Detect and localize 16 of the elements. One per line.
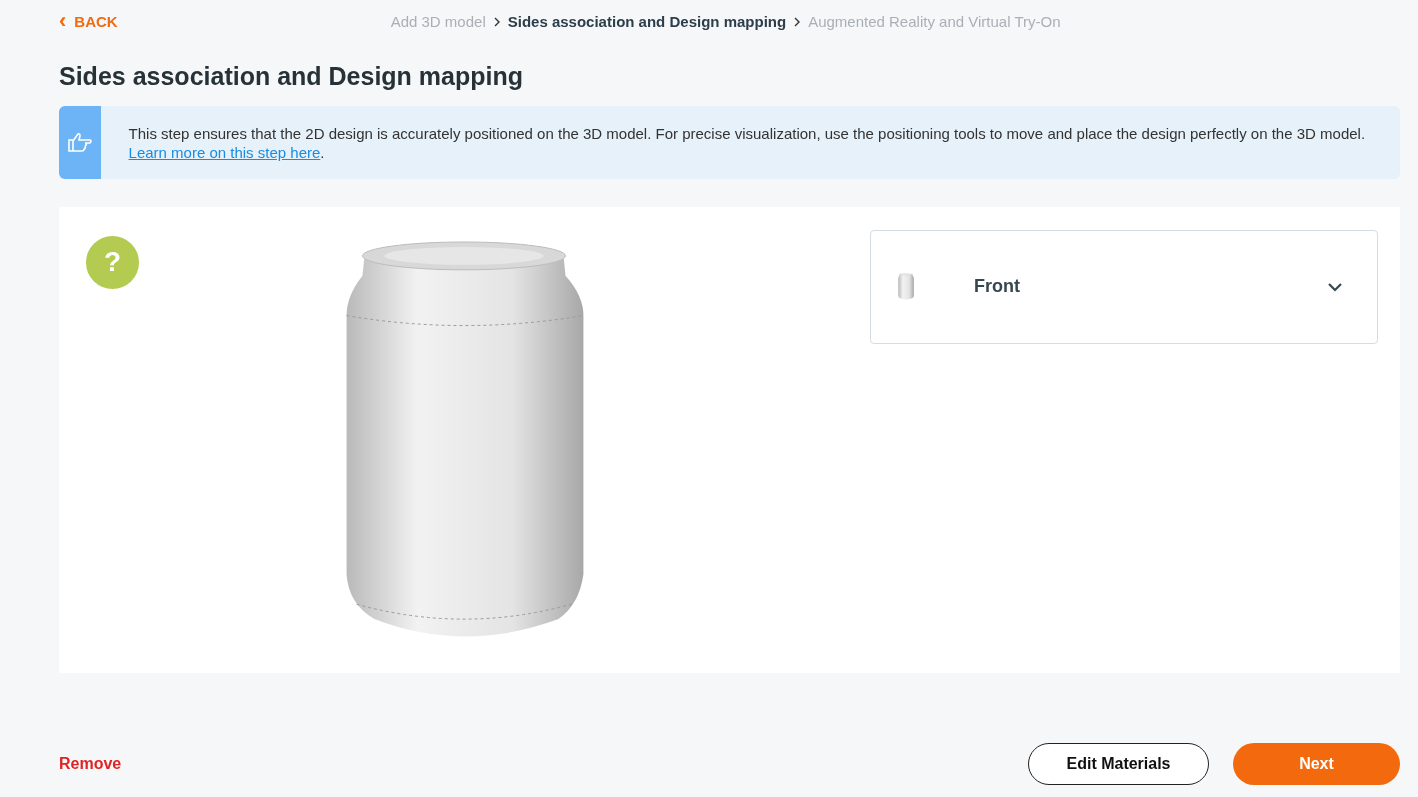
- pointing-hand-icon: [66, 131, 93, 153]
- breadcrumb-step[interactable]: Add 3D model: [390, 10, 486, 34]
- back-button[interactable]: ‹ BACK: [59, 10, 118, 34]
- chevron-down-icon[interactable]: [1327, 281, 1343, 292]
- page-title: Sides association and Design mapping: [59, 61, 524, 92]
- banner-text: This step ensures that the 2D design is accurately positioned on the 3D model. For precise visualization, use the positioning tools to move and place the design perfectly on the 3D model. Learn more on this step here.: [127, 123, 1367, 163]
- side-label: Front: [974, 275, 1020, 298]
- help-button[interactable]: ?: [86, 235, 139, 289]
- side-accordion-item[interactable]: Front: [870, 229, 1378, 344]
- next-button[interactable]: Next: [1233, 743, 1400, 785]
- breadcrumb-step[interactable]: Augmented Reality and Virtual Try-On: [808, 10, 1061, 34]
- remove-button[interactable]: Remove: [59, 752, 122, 776]
- breadcrumb-step[interactable]: Sides association and Design mapping: [507, 10, 787, 34]
- edit-materials-button[interactable]: Edit Materials: [1028, 743, 1209, 785]
- learn-more-link[interactable]: Learn more on this step here: [128, 143, 321, 161]
- can-thumbnail: [898, 273, 914, 300]
